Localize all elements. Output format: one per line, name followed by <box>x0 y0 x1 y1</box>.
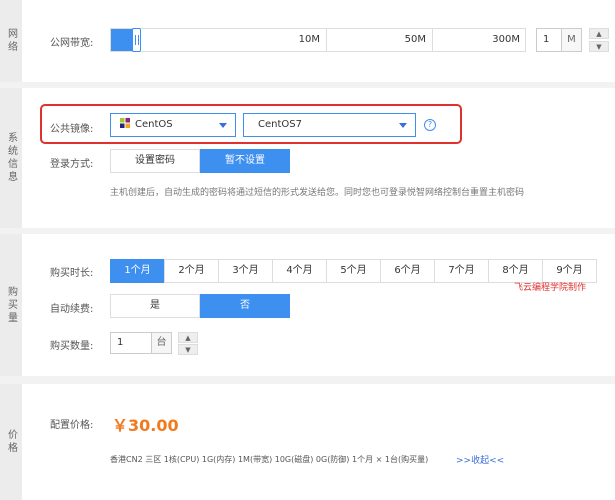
price-section-label: 价格 <box>0 384 22 500</box>
os-family-value: CentOS <box>135 119 173 130</box>
auto-renew-no[interactable]: 否 <box>200 294 290 318</box>
chevron-down-icon <box>219 123 227 128</box>
collapse-link[interactable]: >>收起<< <box>456 453 504 466</box>
watermark-text: 飞云编程学院制作 <box>514 283 587 293</box>
os-version-value: CentOS7 <box>258 119 302 130</box>
help-icon[interactable]: ? <box>424 119 436 131</box>
tick-300m[interactable]: 300M <box>433 29 526 51</box>
bandwidth-increase-button[interactable]: ▲ <box>589 28 609 39</box>
config-summary: 香港CN2 三区 1核(CPU) 1G(内存) 1M(带宽) 10G(磁盘) 0… <box>110 455 429 464</box>
bandwidth-decrease-button[interactable]: ▼ <box>589 41 609 52</box>
bandwidth-unit: M <box>562 28 582 52</box>
duration-1-month[interactable]: 1个月 <box>110 259 165 283</box>
system-section: 系统信息 公共镜像: CentOS CentOS7 ? 登录方式: 设置密码 暂… <box>0 88 615 228</box>
os-family-select[interactable]: CentOS <box>110 113 236 137</box>
purchase-section-label: 购买量 <box>0 234 22 376</box>
system-section-label: 系统信息 <box>0 88 22 228</box>
duration-7-month[interactable]: 7个月 <box>434 259 489 283</box>
quantity-decrease-button[interactable]: ▼ <box>178 344 198 355</box>
duration-6-month[interactable]: 6个月 <box>380 259 435 283</box>
login-method-group: 设置密码 暂不设置 <box>110 149 290 173</box>
auto-renew-group: 是 否 <box>110 294 290 318</box>
bandwidth-label: 公网带宽: <box>50 38 94 49</box>
caret-up-icon: ▲ <box>185 333 191 342</box>
duration-5-month[interactable]: 5个月 <box>326 259 381 283</box>
caret-down-icon: ▼ <box>185 345 191 354</box>
centos-logo-icon <box>120 118 130 128</box>
duration-label: 购买时长: <box>50 268 94 279</box>
duration-4-month[interactable]: 4个月 <box>272 259 327 283</box>
quantity-increase-button[interactable]: ▲ <box>178 332 198 343</box>
quantity-label: 购买数量: <box>50 341 94 352</box>
price-amount: ￥30.00 <box>112 416 179 435</box>
duration-3-month[interactable]: 3个月 <box>218 259 273 283</box>
quantity-unit: 台 <box>152 332 172 354</box>
no-password-button[interactable]: 暂不设置 <box>200 149 290 173</box>
slider-fill <box>111 29 133 51</box>
caret-up-icon: ▲ <box>596 29 602 38</box>
duration-2-month[interactable]: 2个月 <box>164 259 219 283</box>
price-label: 配置价格: <box>50 420 94 431</box>
slider-handle[interactable] <box>132 28 141 52</box>
caret-down-icon: ▼ <box>596 42 602 51</box>
set-password-button[interactable]: 设置密码 <box>110 149 200 173</box>
bandwidth-input[interactable]: 1 <box>536 28 562 52</box>
purchase-section: 购买量 购买时长: 1个月 2个月 3个月 4个月 5个月 6个月 7个月 8个… <box>0 234 615 376</box>
image-label: 公共镜像: <box>50 124 94 135</box>
quantity-input[interactable]: 1 <box>110 332 152 354</box>
tick-10m[interactable]: 10M <box>141 29 327 51</box>
tick-50m[interactable]: 50M <box>327 29 433 51</box>
login-label: 登录方式: <box>50 159 94 170</box>
os-version-select[interactable]: CentOS7 <box>243 113 416 137</box>
network-section-label: 网络 <box>0 0 22 82</box>
auto-renew-label: 自动续费: <box>50 304 94 315</box>
chevron-down-icon <box>399 123 407 128</box>
network-section: 网络 公网带宽: 10M 50M 300M 1 M ▲ ▼ <box>0 0 615 82</box>
password-hint: 主机创建后，自动生成的密码将通过短信的形式发送给您。同时您也可登录悦智网络控制台… <box>110 188 525 198</box>
auto-renew-yes[interactable]: 是 <box>110 294 200 318</box>
price-section: 价格 配置价格: ￥30.00 香港CN2 三区 1核(CPU) 1G(内存) … <box>0 384 615 500</box>
bandwidth-slider[interactable]: 10M 50M 300M <box>110 28 526 52</box>
